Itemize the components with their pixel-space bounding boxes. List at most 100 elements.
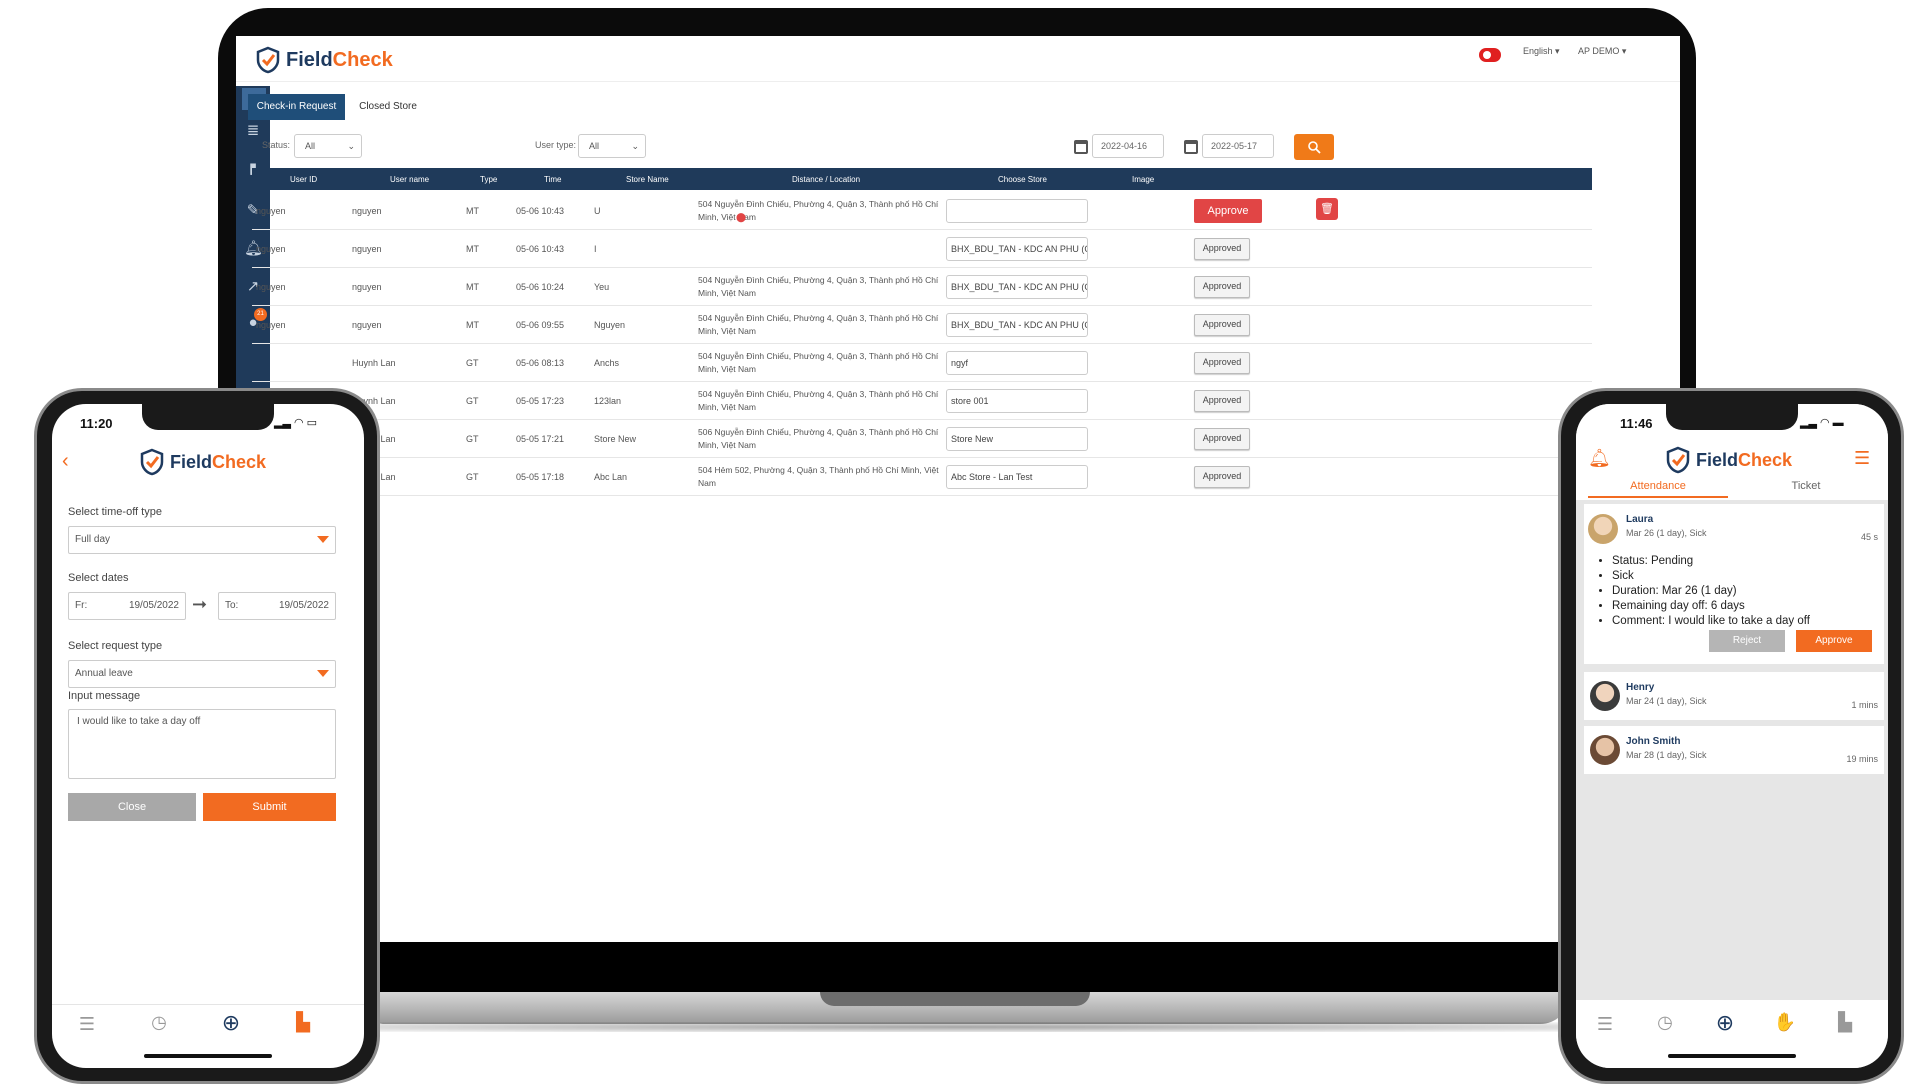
delete-icon[interactable]: 🗑︎ <box>1316 198 1338 220</box>
approved-button[interactable]: Approved <box>1194 352 1250 374</box>
approval-hand-icon[interactable]: ✋ <box>1770 1012 1800 1033</box>
add-icon[interactable]: ⊕ <box>216 1010 246 1036</box>
phone-notch <box>1666 404 1798 430</box>
timeoff-label: Select time-off type <box>68 506 162 518</box>
table-row: nguyen nguyen MT 05-06 10:24 Yeu 504 Nguyễn Đ… <box>252 268 1592 306</box>
status-select[interactable]: All ⌄ <box>294 134 362 158</box>
bar-chart-icon[interactable]: ▙ <box>1830 1012 1860 1033</box>
list-icon[interactable]: ☰ <box>1590 1014 1620 1035</box>
choose-store-input[interactable]: BHX_BDU_TAN - KDC AN PHU (CHC <box>946 237 1088 261</box>
tab-ticket[interactable]: Ticket <box>1736 480 1876 492</box>
col-user-id: User ID <box>290 175 318 184</box>
status-value: All <box>305 141 316 151</box>
brand-logo: FieldCheck <box>256 46 393 74</box>
timeoff-select[interactable]: Full day <box>68 526 336 554</box>
notification-toggle[interactable] <box>1479 48 1501 62</box>
cell-store-name: Anchs <box>594 358 620 368</box>
cell-time: 05-06 10:43 <box>516 206 565 216</box>
cell-time: 05-05 17:18 <box>516 472 565 482</box>
user-menu[interactable]: AP DEMO ▾ <box>1578 46 1626 57</box>
date-to-field[interactable]: To: 19/05/2022 <box>218 592 336 620</box>
bell-icon[interactable]: 🔔︎ <box>1588 448 1611 469</box>
menu-icon[interactable]: ☰ <box>1854 448 1870 469</box>
brand-check: Check <box>212 451 267 472</box>
request-card-john-smith[interactable]: John Smith Mar 28 (1 day), Sick 19 mins <box>1584 726 1884 774</box>
approved-button[interactable]: Approved <box>1194 314 1250 336</box>
date-to-input[interactable]: 2022-05-17 <box>1202 134 1274 158</box>
cell-time: 05-06 09:55 <box>516 320 565 330</box>
language-label: English <box>1523 46 1553 56</box>
choose-store-input[interactable]: BHX_BDU_TAN - KDC AN PHU (CHC <box>946 275 1088 299</box>
choose-store-input[interactable]: BHX_BDU_TAN - KDC AN PHU (CHC <box>946 313 1088 337</box>
usertype-label: User type: <box>535 140 577 150</box>
cell-user-id: nguyen <box>256 206 286 216</box>
date-from-input[interactable]: 2022-04-16 <box>1092 134 1164 158</box>
approve-button[interactable]: Approve <box>1194 199 1262 223</box>
request-card-laura[interactable]: Laura Mar 26 (1 day), Sick 45 s Status: … <box>1584 504 1884 664</box>
chevron-down-icon: ⌄ <box>631 141 639 151</box>
signal-wifi-battery-icon: ▂▃ ◠ ▬ <box>1800 417 1844 429</box>
dates-label: Select dates <box>68 572 129 584</box>
home-indicator <box>144 1054 272 1058</box>
message-textarea[interactable]: I would like to take a day off <box>68 709 336 779</box>
detail-reason: Sick <box>1612 569 1810 584</box>
status-label: Status: <box>262 140 291 150</box>
cell-store-name: U <box>594 206 601 216</box>
col-time: Time <box>544 175 562 184</box>
back-chevron-icon[interactable]: ‹ <box>62 450 69 473</box>
search-button[interactable] <box>1294 134 1334 160</box>
cell-location: 504 Nguyễn Đình Chiểu, Phường 4, Quận 3,… <box>698 275 939 298</box>
request-card-henry[interactable]: Henry Mar 24 (1 day), Sick 1 mins <box>1584 672 1884 720</box>
request-name: Laura <box>1626 514 1654 525</box>
table-row: Huynh LanGT05-05 17:18Abc Lan504 Hẻm 502… <box>252 458 1592 496</box>
close-button[interactable]: Close <box>68 793 196 821</box>
submit-button[interactable]: Submit <box>203 793 336 821</box>
approved-button[interactable]: Approved <box>1194 466 1250 488</box>
calendar-icon[interactable] <box>1184 140 1198 154</box>
tab-closed-store[interactable]: Closed Store <box>348 94 428 120</box>
approved-button[interactable]: Approved <box>1194 276 1250 298</box>
laptop-hinge <box>820 992 1090 1006</box>
add-icon[interactable]: ⊕ <box>1710 1010 1740 1036</box>
approved-button[interactable]: Approved <box>1194 238 1250 260</box>
col-image: Image <box>1132 175 1155 184</box>
tab-underline <box>1588 496 1728 498</box>
chevron-down-icon: ⌄ <box>347 141 355 151</box>
table-row: Huynh Lan GT 05-06 08:13 Anchs 504 Nguyễn Đì… <box>252 344 1592 382</box>
request-sub: Mar 26 (1 day), Sick <box>1626 528 1707 538</box>
calendar-icon[interactable] <box>1074 140 1088 154</box>
cell-type: MT <box>466 282 479 292</box>
request-type-value: Annual leave <box>75 668 133 679</box>
cell-type: MT <box>466 244 479 254</box>
approved-button[interactable]: Approved <box>1194 428 1250 450</box>
choose-store-input[interactable]: store 001 <box>946 389 1088 413</box>
bar-chart-icon[interactable]: ▙ <box>288 1012 318 1033</box>
request-type-select[interactable]: Annual leave <box>68 660 336 688</box>
approved-button[interactable]: Approved <box>1194 390 1250 412</box>
language-menu[interactable]: English ▾ <box>1523 46 1560 57</box>
history-icon[interactable]: ◷ <box>1650 1012 1680 1033</box>
approve-button[interactable]: Approve <box>1796 630 1872 652</box>
tab-check-in-request[interactable]: Check-in Request <box>248 94 345 120</box>
user-label: AP DEMO <box>1578 46 1620 56</box>
choose-store-input[interactable] <box>946 199 1088 223</box>
choose-store-input[interactable]: ngyf <box>946 351 1088 375</box>
detail-duration: Duration: Mar 26 (1 day) <box>1612 584 1810 599</box>
date-from-field[interactable]: Fr: 19/05/2022 <box>68 592 186 620</box>
usertype-select[interactable]: All ⌄ <box>578 134 646 158</box>
laptop-screen: FieldCheck English ▾ AP DEMO ▾ › ≣ ▮ ✎ 🔔… <box>236 36 1680 942</box>
cell-type: GT <box>466 396 479 406</box>
map-pin-icon[interactable]: ⬤ <box>736 212 746 223</box>
timeoff-value: Full day <box>75 534 111 545</box>
tab-attendance[interactable]: Attendance <box>1588 480 1728 492</box>
status-time: 11:46 <box>1620 416 1653 431</box>
list-icon[interactable]: ☰ <box>72 1014 102 1035</box>
list-icon[interactable]: ≣ <box>244 122 262 140</box>
to-value: 19/05/2022 <box>278 600 329 611</box>
choose-store-input[interactable]: Abc Store - Lan Test <box>946 465 1088 489</box>
reject-button[interactable]: Reject <box>1709 630 1785 652</box>
choose-store-input[interactable]: Store New <box>946 427 1088 451</box>
history-icon[interactable]: ◷ <box>144 1012 174 1033</box>
status-time: 11:20 <box>80 416 113 431</box>
table-row: Huynh Lan GT 05-05 17:23 123lan 504 Nguyễn Đ… <box>252 382 1592 420</box>
